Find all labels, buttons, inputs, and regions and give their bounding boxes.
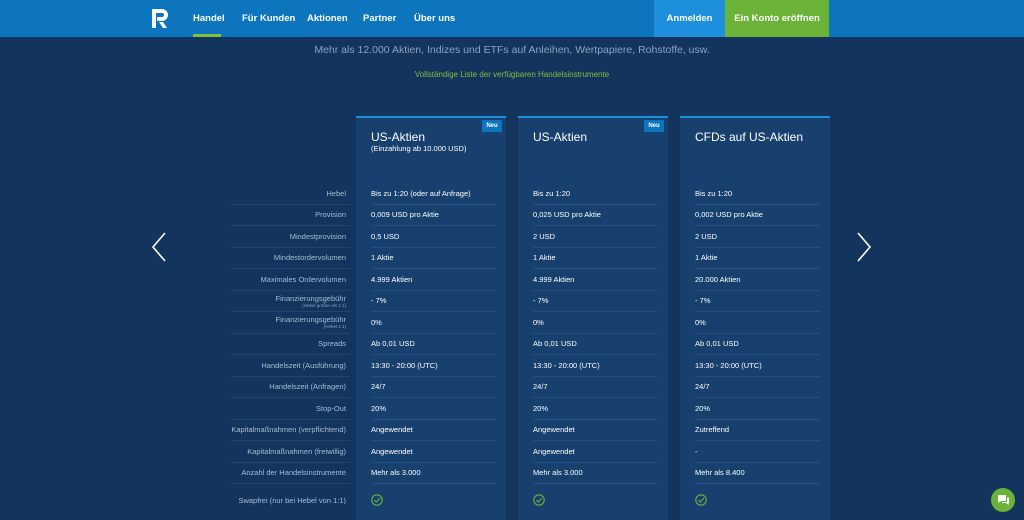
- value-cell: 1 Aktie: [371, 248, 496, 269]
- product-card-us-aktien[interactable]: US-Aktien Neu Bis zu 1:20 0,025 USD pro A…: [518, 116, 668, 520]
- value-cell: 0,025 USD pro Aktie: [533, 205, 658, 226]
- label-row: Finanzierungsgebühr (Hebel 1:1): [230, 312, 350, 334]
- card-values: Bis zu 1:20 0,025 USD pro Aktie 2 USD 1 Akt…: [518, 183, 668, 516]
- value-cell: 2 USD: [533, 226, 658, 248]
- value-cell: 13:30 - 20:00 (UTC): [371, 355, 496, 377]
- label-row: Stop-Out: [230, 398, 350, 420]
- card-values: Bis zu 1:20 0,002 USD pro Aktie 2 USD 1 Akt…: [680, 183, 830, 516]
- label-row: Anzahl der Handelsinstrumente: [230, 463, 350, 484]
- label-row: Handelszeit (Ausführung): [230, 355, 350, 377]
- check-circle-icon: [695, 494, 707, 506]
- nav-item-handel[interactable]: Handel: [193, 0, 225, 37]
- nav-active-indicator: [193, 34, 221, 37]
- label-row: Provision: [230, 205, 350, 226]
- login-button[interactable]: Anmelden: [654, 0, 725, 37]
- value-cell: 0,002 USD pro Aktie: [695, 205, 820, 226]
- new-badge: Neu: [482, 120, 502, 132]
- label-row: Finanzierungsgebühr (Hebel größer als 1:1…: [230, 291, 350, 312]
- card-values: Bis zu 1:20 (oder auf Anfrage) 0,009 USD …: [356, 183, 506, 516]
- value-cell: 20%: [371, 398, 496, 420]
- check-circle-icon: [533, 494, 545, 506]
- value-cell: 20.000 Aktien: [695, 269, 820, 291]
- nav-item-ueber-uns[interactable]: Über uns: [414, 0, 455, 37]
- swap-free-cell: [533, 484, 658, 516]
- label-row: Handelszeit (Anfragen): [230, 377, 350, 398]
- value-cell: 13:30 - 20:00 (UTC): [695, 355, 820, 377]
- value-cell: 13:30 - 20:00 (UTC): [533, 355, 658, 377]
- nav-item-fuer-kunden[interactable]: Für Kunden: [242, 0, 295, 37]
- value-cell: 0,009 USD pro Aktie: [371, 205, 496, 226]
- live-chat-button[interactable]: [991, 488, 1015, 512]
- value-cell: 24/7: [695, 377, 820, 398]
- card-title: US-Aktien: [371, 130, 426, 144]
- value-cell: Angewendet: [371, 441, 496, 463]
- value-cell: Zutreffend: [695, 420, 820, 441]
- value-cell: 0,5 USD: [371, 226, 496, 248]
- card-title: CFDs auf US-Aktien: [695, 130, 804, 144]
- value-cell: 0%: [695, 312, 820, 334]
- check-circle-icon: [371, 494, 383, 506]
- value-cell: Mehr als 3.000: [533, 463, 658, 484]
- roboforex-logo-icon[interactable]: [150, 8, 170, 29]
- value-cell: Angewendet: [533, 420, 658, 441]
- value-cell: Mehr als 3.000: [371, 463, 496, 484]
- value-cell: Ab 0,01 USD: [371, 334, 496, 355]
- value-cell: Angewendet: [371, 420, 496, 441]
- new-badge: Neu: [644, 120, 664, 132]
- value-cell: 4.999 Aktien: [533, 269, 658, 291]
- product-card-cfds-us-aktien[interactable]: CFDs auf US-Aktien Bis zu 1:20 0,002 USD …: [680, 116, 830, 520]
- value-cell: 24/7: [533, 377, 658, 398]
- card-subtitle: (Einzahlung ab 10.000 USD): [371, 144, 467, 153]
- value-cell: Mehr als 8.400: [695, 463, 820, 484]
- value-cell: Ab 0,01 USD: [533, 334, 658, 355]
- value-cell: 4.999 Aktien: [371, 269, 496, 291]
- value-cell: 20%: [533, 398, 658, 420]
- value-cell: Ab 0,01 USD: [695, 334, 820, 355]
- value-cell: Bis zu 1:20 (oder auf Anfrage): [371, 183, 496, 205]
- value-cell: Bis zu 1:20: [695, 183, 820, 205]
- label-row: Swapfrei (nur bei Hebel von 1:1): [238, 495, 346, 505]
- nav-item-aktionen[interactable]: Aktionen: [307, 0, 348, 37]
- card-title: US-Aktien: [533, 130, 588, 144]
- value-cell: 0%: [371, 312, 496, 334]
- swap-free-cell: [695, 484, 820, 516]
- open-account-button[interactable]: Ein Konto eröffnen: [725, 0, 829, 37]
- value-cell: 0%: [533, 312, 658, 334]
- value-cell: - 7%: [533, 291, 658, 312]
- label-row: Mindestprovision: [230, 226, 350, 248]
- value-cell: 24/7: [371, 377, 496, 398]
- instruments-list-link[interactable]: Vollständige Liste der verfügbaren Hande…: [0, 70, 1024, 79]
- value-cell: - 7%: [695, 291, 820, 312]
- value-cell: Angewendet: [533, 441, 658, 463]
- value-cell: - 7%: [371, 291, 496, 312]
- swap-free-cell: [371, 484, 496, 516]
- carousel-prev-arrow-icon[interactable]: [150, 231, 168, 263]
- label-row: Hebel: [230, 183, 350, 205]
- label-row: Mindestordervolumen: [230, 248, 350, 269]
- product-card-us-aktien-10k[interactable]: US-Aktien (Einzahlung ab 10.000 USD) Neu…: [356, 116, 506, 520]
- value-cell: Bis zu 1:20: [533, 183, 658, 205]
- label-row: Maximales Ordervolumen: [230, 269, 350, 291]
- value-cell: -: [695, 441, 820, 463]
- value-cell: 1 Aktie: [533, 248, 658, 269]
- chat-bubble-icon: [997, 495, 1009, 505]
- carousel-next-arrow-icon[interactable]: [855, 231, 873, 263]
- top-navbar: Handel Für Kunden Aktionen Partner Über …: [0, 0, 1024, 37]
- feature-labels-column: Hebel Provision Mindestprovision Mindest…: [230, 183, 350, 516]
- value-cell: 2 USD: [695, 226, 820, 248]
- value-cell: 1 Aktie: [695, 248, 820, 269]
- label-row: Kapitalmaßnahmen (verpflichtend): [230, 420, 350, 441]
- hero-subtitle: Mehr als 12.000 Aktien, Indizes und ETFs…: [314, 44, 710, 56]
- label-row: Kapitalmaßnahmen (freiwillig): [230, 441, 350, 463]
- value-cell: 20%: [695, 398, 820, 420]
- label-row: Spreads: [230, 334, 350, 355]
- nav-item-partner[interactable]: Partner: [363, 0, 396, 37]
